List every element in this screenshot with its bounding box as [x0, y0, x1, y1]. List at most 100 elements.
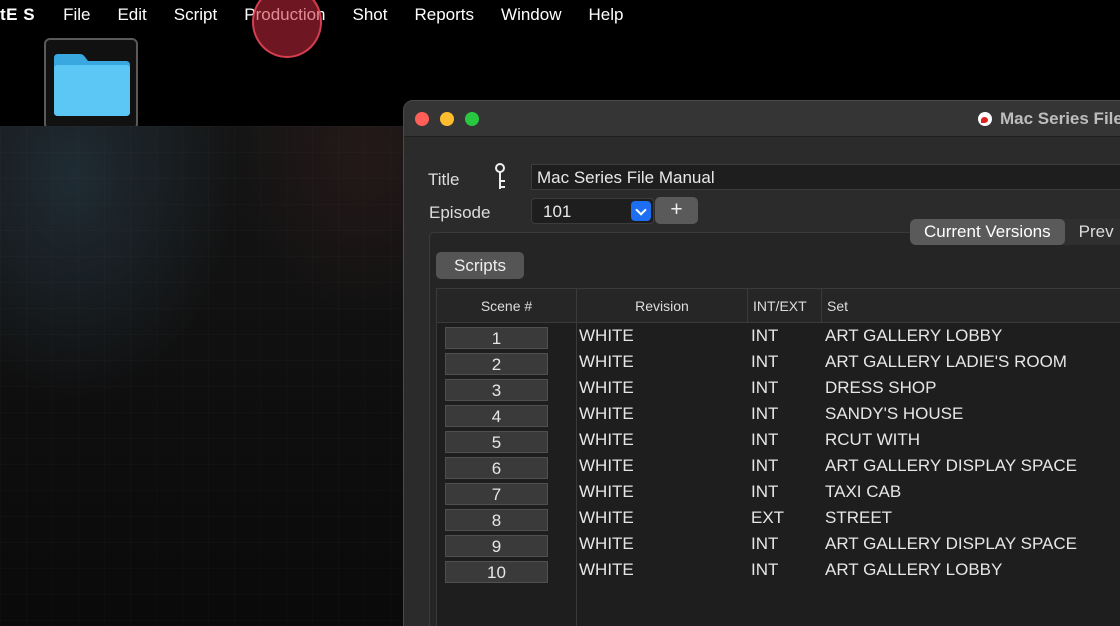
cell-revision: WHITE [579, 456, 634, 475]
scene-number-field[interactable]: 7 [445, 483, 548, 505]
document-icon [978, 112, 992, 126]
cell-int-ext: EXT [751, 508, 785, 527]
table-row[interactable]: 1 WHITE INT ART GALLERY LOBBY [437, 323, 1120, 349]
scene-number-field[interactable]: 1 [445, 327, 548, 349]
key-icon[interactable] [494, 163, 508, 191]
main-window: Mac Series File Title Mac Series File Ma… [403, 100, 1120, 626]
cell-int-ext: INT [751, 534, 779, 553]
cell-int-ext: INT [751, 560, 779, 579]
cell-revision: WHITE [579, 508, 634, 527]
cell-int-ext: INT [751, 378, 779, 397]
cell-revision: WHITE [579, 560, 634, 579]
chevron-down-icon[interactable] [631, 201, 651, 221]
cell-scene: 9 [437, 531, 577, 557]
cell-scene: 6 [437, 453, 577, 479]
cell-revision: WHITE [579, 404, 634, 423]
episode-value: 101 [543, 202, 572, 221]
cell-int-ext: INT [751, 482, 779, 501]
cell-set: SANDY'S HOUSE [825, 404, 964, 423]
table-row[interactable]: 4 WHITE INT SANDY'S HOUSE [437, 401, 1120, 427]
scene-number-field[interactable]: 8 [445, 509, 548, 531]
cell-set: ART GALLERY LADIE'S ROOM [825, 352, 1067, 371]
menu-edit[interactable]: Edit [117, 5, 146, 25]
cell-set: STREET [825, 508, 893, 527]
menu-reports[interactable]: Reports [415, 5, 475, 25]
scene-number-field[interactable]: 10 [445, 561, 548, 583]
header-revision[interactable]: Revision [577, 289, 748, 322]
table-header: Scene # Revision INT/EXT Set [437, 289, 1120, 323]
cell-scene: 5 [437, 427, 577, 453]
scene-number-field[interactable]: 4 [445, 405, 548, 427]
cell-scene: 4 [437, 401, 577, 427]
table-row[interactable]: 7 WHITE INT TAXI CAB [437, 479, 1120, 505]
scene-number-field[interactable]: 6 [445, 457, 548, 479]
cell-int-ext: INT [751, 404, 779, 423]
folder-icon [54, 54, 130, 116]
close-button[interactable] [415, 112, 429, 126]
table-body: 1 WHITE INT ART GALLERY LOBBY 2 WHITE INT ART G… [437, 323, 1120, 626]
cell-set: TAXI CAB [825, 482, 902, 501]
cell-revision: WHITE [579, 430, 634, 449]
cell-int-ext: INT [751, 326, 779, 345]
title-label: Title [428, 170, 460, 189]
episode-label: Episode [429, 203, 491, 222]
cell-scene: 3 [437, 375, 577, 401]
scene-number-field[interactable]: 5 [445, 431, 548, 453]
episode-select[interactable]: 101 [531, 198, 654, 224]
cell-scene: 10 [437, 557, 577, 583]
table-row[interactable]: 2 WHITE INT ART GALLERY LADIE'S ROOM [437, 349, 1120, 375]
scene-number-field[interactable]: 2 [445, 353, 548, 375]
cell-set: RCUT WITH [825, 430, 921, 449]
cell-scene: 7 [437, 479, 577, 505]
header-scene[interactable]: Scene # [437, 289, 577, 322]
title-bar[interactable]: Mac Series File [404, 101, 1120, 137]
version-tabs: Current Versions Prev [910, 219, 1120, 245]
menu-bar: tE S File Edit Script Production Shot Re… [0, 0, 1120, 30]
cell-set: ART GALLERY LOBBY [825, 326, 1003, 345]
cell-set: ART GALLERY LOBBY [825, 560, 1003, 579]
minimize-button[interactable] [440, 112, 454, 126]
maximize-button[interactable] [465, 112, 479, 126]
cell-revision: WHITE [579, 482, 634, 501]
menu-window[interactable]: Window [501, 5, 561, 25]
cell-revision: WHITE [579, 326, 634, 345]
menu-help[interactable]: Help [589, 5, 624, 25]
menu-file[interactable]: File [63, 5, 90, 25]
table-row[interactable]: 3 WHITE INT DRESS SHOP [437, 375, 1120, 401]
table-row[interactable]: 10 WHITE INT ART GALLERY LOBBY [437, 557, 1120, 583]
cell-scene: 2 [437, 349, 577, 375]
cell-scene: 1 [437, 323, 577, 349]
table-row[interactable]: 5 WHITE INT RCUT WITH [437, 427, 1120, 453]
menu-script[interactable]: Script [174, 5, 217, 25]
tab-previous-versions[interactable]: Prev [1065, 219, 1120, 245]
window-title: Mac Series File [978, 109, 1120, 129]
blurred-background [0, 126, 404, 626]
cell-int-ext: INT [751, 430, 779, 449]
header-set[interactable]: Set [822, 289, 1120, 322]
table-row[interactable]: 6 WHITE INT ART GALLERY DISPLAY SPACE [437, 453, 1120, 479]
cell-revision: WHITE [579, 378, 634, 397]
header-int-ext[interactable]: INT/EXT [748, 289, 822, 322]
cell-revision: WHITE [579, 534, 634, 553]
add-episode-button[interactable]: + [655, 197, 698, 224]
title-input[interactable]: Mac Series File Manual [531, 164, 1120, 190]
scenes-table: Scene # Revision INT/EXT Set 1 WHITE INT AR… [436, 288, 1120, 626]
desktop-folder[interactable] [44, 38, 138, 130]
cell-int-ext: INT [751, 352, 779, 371]
cell-set: ART GALLERY DISPLAY SPACE [825, 534, 1077, 553]
cell-revision: WHITE [579, 352, 634, 371]
table-row[interactable]: 9 WHITE INT ART GALLERY DISPLAY SPACE [437, 531, 1120, 557]
menu-production[interactable]: Production [244, 5, 325, 25]
cell-scene: 8 [437, 505, 577, 531]
cell-int-ext: INT [751, 456, 779, 475]
table-row[interactable]: 8 WHITE EXT STREET [437, 505, 1120, 531]
app-menu[interactable]: tE S [0, 5, 35, 25]
scene-number-field[interactable]: 3 [445, 379, 548, 401]
window-title-text: Mac Series File [1000, 109, 1120, 128]
menu-shot[interactable]: Shot [353, 5, 388, 25]
cell-set: DRESS SHOP [825, 378, 937, 397]
scripts-button[interactable]: Scripts [436, 252, 524, 279]
tab-current-versions[interactable]: Current Versions [910, 219, 1065, 245]
scene-number-field[interactable]: 9 [445, 535, 548, 557]
cell-set: ART GALLERY DISPLAY SPACE [825, 456, 1077, 475]
